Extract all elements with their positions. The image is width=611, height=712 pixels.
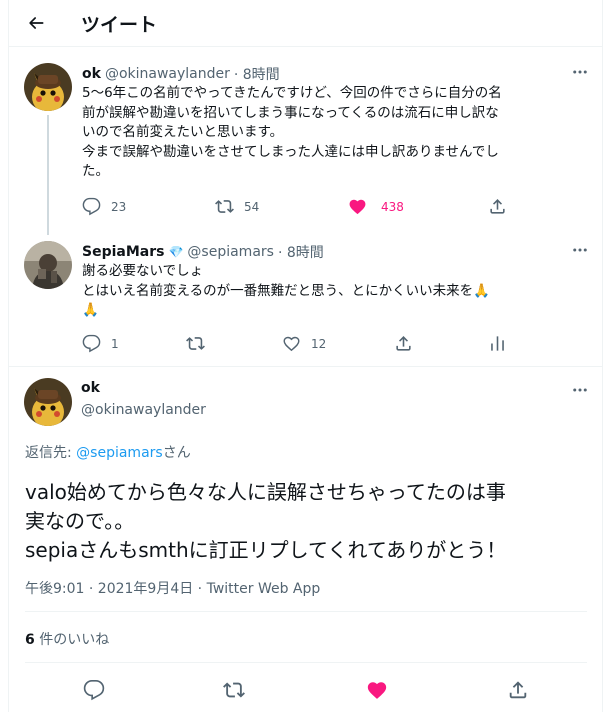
thread-line bbox=[47, 115, 49, 235]
heart-outline-icon bbox=[283, 336, 300, 352]
more-options-button[interactable] bbox=[568, 382, 592, 398]
back-button[interactable] bbox=[22, 9, 50, 37]
user-handle[interactable]: @sepiamars bbox=[187, 244, 274, 260]
more-options-button[interactable] bbox=[568, 64, 592, 80]
pikachu-avatar-icon bbox=[24, 378, 72, 426]
share-icon bbox=[490, 199, 505, 214]
tweet-meta[interactable]: 午後9:01 · 2021年9月4日 · Twitter Web App bbox=[25, 578, 320, 598]
retweet-icon bbox=[215, 200, 234, 213]
like-button[interactable] bbox=[365, 678, 389, 702]
more-dots-icon bbox=[573, 388, 587, 392]
tweet-text: valo始めてから色々な人に誤解させちゃってたのは事 実なので。。 sepiaさ… bbox=[25, 480, 507, 562]
tweet-text: 謝る必要ないでしょ とはいえ名前変えるのが一番無難だと思う、とにかくいい未来を🙏… bbox=[82, 263, 490, 318]
tweet-header: SepiaMars 💎 @sepiamars · 8時間 bbox=[82, 242, 324, 262]
tweet-text: 5〜6年この名前でやってきたんですけど、今回の件でさらに自分の名 前が誤解や勘違… bbox=[82, 85, 502, 179]
meta-divider bbox=[25, 611, 587, 612]
more-dots-icon bbox=[573, 70, 587, 74]
arrow-left-icon bbox=[29, 17, 44, 29]
share-button[interactable] bbox=[394, 334, 413, 353]
page-title: ツイート bbox=[81, 14, 158, 36]
like-button[interactable]: 12 bbox=[282, 334, 326, 353]
analytics-button[interactable] bbox=[488, 334, 507, 353]
timestamp[interactable]: · 8時間 bbox=[234, 64, 280, 84]
share-icon bbox=[509, 681, 527, 699]
retweet-icon bbox=[223, 682, 245, 698]
reply-to-line: 返信先: @sepiamarsさん bbox=[25, 442, 191, 462]
like-count: 12 bbox=[311, 336, 327, 351]
user-handle[interactable]: @okinawaylander bbox=[105, 66, 230, 82]
avatar[interactable] bbox=[24, 63, 72, 111]
person-avatar-icon bbox=[24, 241, 72, 289]
timestamp[interactable]: · 8時間 bbox=[278, 242, 324, 262]
reply-button[interactable]: 1 bbox=[82, 334, 119, 353]
more-options-button[interactable] bbox=[568, 242, 592, 258]
reply-count: 23 bbox=[111, 199, 127, 214]
retweet-icon bbox=[186, 337, 205, 350]
heart-filled-icon bbox=[349, 199, 366, 215]
likes-summary[interactable]: 6 件のいいね bbox=[25, 629, 109, 649]
reply-button[interactable]: 23 bbox=[82, 197, 126, 216]
pikachu-avatar-icon bbox=[24, 63, 72, 111]
tweet-header: ok @okinawaylander · 8時間 bbox=[82, 64, 280, 84]
share-button[interactable] bbox=[506, 678, 530, 702]
reply-to-link[interactable]: @sepiamars bbox=[76, 445, 163, 461]
display-name[interactable]: ok bbox=[81, 380, 100, 396]
header-divider bbox=[9, 46, 602, 47]
reply-button[interactable] bbox=[82, 678, 106, 702]
analytics-bar-icon bbox=[491, 336, 504, 351]
stats-divider bbox=[25, 662, 587, 663]
page-header: ツイート bbox=[0, 0, 611, 46]
more-dots-icon bbox=[573, 248, 587, 252]
like-count: 438 bbox=[381, 199, 404, 214]
retweet-count: 54 bbox=[244, 199, 260, 214]
like-button[interactable]: 438 bbox=[348, 197, 404, 216]
avatar[interactable] bbox=[24, 378, 72, 426]
share-icon bbox=[396, 336, 411, 351]
retweet-button[interactable] bbox=[222, 678, 246, 702]
heart-filled-icon bbox=[367, 682, 387, 699]
share-button[interactable] bbox=[488, 197, 507, 216]
reply-icon bbox=[83, 680, 105, 701]
reply-divider bbox=[9, 366, 602, 367]
likes-label: 件のいいね bbox=[34, 632, 110, 648]
reply-to-suffix: さん bbox=[162, 445, 191, 461]
display-name[interactable]: ok bbox=[82, 66, 101, 82]
diamond-icon: 💎 bbox=[168, 245, 184, 259]
user-handle[interactable]: @okinawaylander bbox=[81, 402, 206, 418]
reply-icon bbox=[82, 197, 101, 216]
likes-count: 6 bbox=[25, 632, 35, 648]
retweet-button[interactable] bbox=[186, 334, 205, 353]
reply-icon bbox=[82, 334, 101, 353]
display-name[interactable]: SepiaMars bbox=[82, 244, 164, 260]
reply-to-prefix: 返信先: bbox=[25, 445, 77, 461]
reply-count: 1 bbox=[111, 336, 119, 351]
avatar[interactable] bbox=[24, 241, 72, 289]
retweet-button[interactable]: 54 bbox=[215, 197, 259, 216]
